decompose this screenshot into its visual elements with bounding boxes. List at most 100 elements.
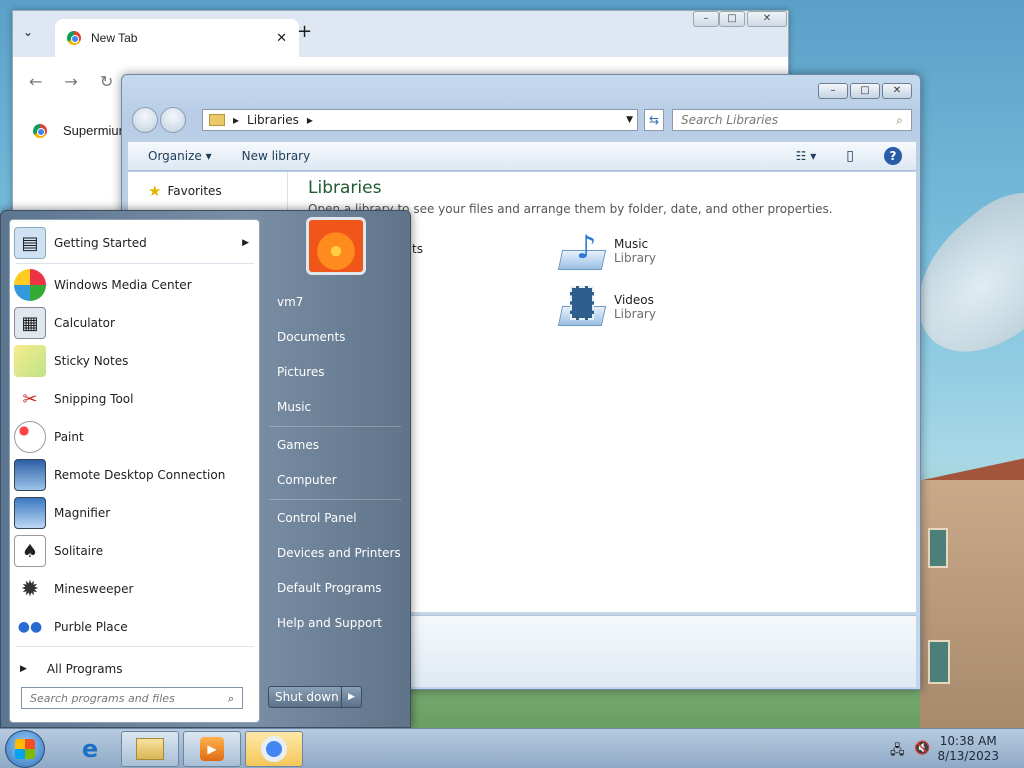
breadcrumb-libraries[interactable]: Libraries — [247, 113, 299, 127]
back-arrow-icon[interactable]: ← — [29, 72, 42, 91]
breadcrumb-arrow-icon[interactable]: ▸ — [233, 113, 239, 127]
shutdown-label: Shut down — [275, 690, 339, 704]
submenu-arrow-icon[interactable]: ▶ — [242, 238, 249, 248]
program-sticky-notes[interactable]: Sticky Notes — [10, 342, 259, 380]
star-icon: ★ — [148, 182, 162, 200]
divider — [16, 263, 254, 264]
start-item-music[interactable]: Music — [269, 394, 403, 420]
library-name: Music — [614, 237, 649, 251]
tab-close-icon[interactable]: ✕ — [276, 30, 287, 46]
library-type: Library — [614, 307, 656, 321]
media-player-icon: ▶ — [200, 737, 224, 761]
videos-library-icon — [557, 284, 607, 330]
breadcrumb-arrow-icon[interactable]: ▸ — [307, 113, 313, 127]
chrome-tab-bar: ⌄ New Tab ✕ + – □ ✕ — [13, 11, 788, 57]
reload-icon[interactable]: ↻ — [100, 72, 113, 91]
program-remote-desktop[interactable]: Remote Desktop Connection — [10, 456, 259, 494]
program-label: Solitaire — [54, 544, 104, 558]
start-item-computer[interactable]: Computer — [269, 467, 403, 493]
forward-button[interactable] — [160, 107, 186, 133]
minesweeper-icon: ✹ — [20, 576, 40, 602]
user-avatar[interactable] — [306, 217, 366, 275]
all-programs-button[interactable]: ▶ All Programs — [10, 650, 259, 688]
back-button[interactable] — [132, 107, 158, 133]
shutdown-button[interactable]: Shut down ▶ — [268, 686, 362, 708]
organize-button[interactable]: Organize ▾ — [148, 149, 212, 163]
library-music[interactable]: ♪ Music Library — [557, 228, 656, 274]
start-button[interactable] — [5, 730, 45, 768]
search-icon[interactable]: ⌕ — [228, 692, 234, 706]
snipping-tool-icon: ✂ — [22, 388, 38, 410]
folder-icon — [209, 114, 225, 126]
program-label: Sticky Notes — [54, 354, 129, 368]
start-item-documents[interactable]: Documents — [269, 324, 403, 350]
start-item-user[interactable]: vm7 — [269, 289, 403, 315]
sticky-notes-icon — [14, 345, 46, 377]
library-videos[interactable]: Videos Library — [557, 284, 656, 330]
start-search-input[interactable]: Search programs and files ⌕ — [21, 687, 243, 709]
program-minesweeper[interactable]: ✹ Minesweeper — [10, 570, 259, 608]
shutdown-options-arrow-icon[interactable]: ▶ — [341, 687, 361, 707]
taskbar-media-player-button[interactable]: ▶ — [183, 731, 241, 767]
taskbar-explorer-button[interactable] — [121, 731, 179, 767]
network-icon[interactable]: 🖧 — [890, 741, 905, 763]
library-name: Videos — [614, 293, 654, 307]
explorer-toolbar: Organize ▾ New library ☷ ▾ ▯ ? — [128, 141, 916, 171]
explorer-maximize-button[interactable]: □ — [850, 83, 880, 99]
start-menu: ▤ Getting Started ▶ Windows Media Center… — [0, 210, 411, 728]
library-type: Library — [614, 251, 656, 265]
explorer-close-button[interactable]: ✕ — [882, 83, 912, 99]
program-magnifier[interactable]: Magnifier — [10, 494, 259, 532]
start-item-help-support[interactable]: Help and Support — [269, 610, 403, 636]
program-purble-place[interactable]: ●● Purble Place — [10, 608, 259, 646]
start-item-control-panel[interactable]: Control Panel — [269, 505, 403, 531]
tab-search-chevron-icon[interactable]: ⌄ — [23, 25, 33, 39]
view-options-icon[interactable]: ☷ ▾ — [796, 149, 817, 163]
forward-arrow-icon[interactable]: → — [64, 72, 77, 91]
program-label: Purble Place — [54, 620, 128, 634]
program-label: Paint — [54, 430, 84, 444]
all-programs-arrow-icon: ▶ — [20, 664, 27, 674]
start-item-pictures[interactable]: Pictures — [269, 359, 403, 385]
start-item-default-programs[interactable]: Default Programs — [269, 575, 403, 601]
program-solitaire[interactable]: ♠ Solitaire — [10, 532, 259, 570]
volume-muted-icon[interactable]: 🔇 — [914, 741, 930, 756]
preview-pane-icon[interactable]: ▯ — [846, 148, 854, 164]
chrome-shortcut[interactable]: Supermium — [33, 123, 129, 138]
search-icon[interactable]: ⌕ — [896, 113, 903, 128]
chrome-shortcut-icon — [33, 123, 47, 138]
taskbar-chrome-button[interactable] — [245, 731, 303, 767]
system-clock[interactable]: 10:38 AM 8/13/2023 — [937, 734, 999, 764]
program-calculator[interactable]: ▦ Calculator — [10, 304, 259, 342]
refresh-icon[interactable]: ⇆ — [644, 109, 664, 131]
start-item-games[interactable]: Games — [269, 432, 403, 458]
media-center-icon — [14, 269, 46, 301]
chrome-tab-new-tab[interactable]: New Tab ✕ — [55, 19, 299, 57]
new-tab-plus-icon[interactable]: + — [297, 21, 312, 42]
chrome-maximize-button[interactable]: □ — [719, 11, 745, 27]
house-window — [928, 528, 948, 568]
explorer-minimize-button[interactable]: – — [818, 83, 848, 99]
windows-logo-icon — [15, 739, 35, 759]
address-bar[interactable]: ▸ Libraries ▸ ▼ — [202, 109, 638, 131]
program-paint[interactable]: Paint — [10, 418, 259, 456]
new-library-button[interactable]: New library — [242, 149, 311, 163]
chrome-minimize-button[interactable]: – — [693, 11, 719, 27]
search-libraries-input[interactable]: Search Libraries ⌕ — [672, 109, 912, 131]
clock-date: 8/13/2023 — [937, 749, 999, 763]
internet-explorer-icon[interactable]: e — [70, 733, 110, 765]
favorites-item[interactable]: ★ Favorites — [148, 182, 222, 200]
program-snipping-tool[interactable]: ✂ Snipping Tool — [10, 380, 259, 418]
start-item-devices-printers[interactable]: Devices and Printers — [269, 540, 403, 566]
address-dropdown-icon[interactable]: ▼ — [626, 115, 637, 125]
favorites-label: Favorites — [167, 184, 222, 198]
library-partial-label[interactable]: ts — [412, 242, 423, 256]
start-menu-programs-panel: ▤ Getting Started ▶ Windows Media Center… — [9, 219, 260, 723]
chrome-close-button[interactable]: ✕ — [747, 11, 787, 27]
program-getting-started[interactable]: ▤ Getting Started ▶ — [10, 224, 259, 262]
help-icon[interactable]: ? — [884, 147, 902, 165]
clock-time: 10:38 AM — [939, 734, 997, 748]
program-windows-media-center[interactable]: Windows Media Center — [10, 266, 259, 304]
program-label: Windows Media Center — [54, 278, 192, 292]
program-label: Getting Started — [54, 236, 147, 250]
